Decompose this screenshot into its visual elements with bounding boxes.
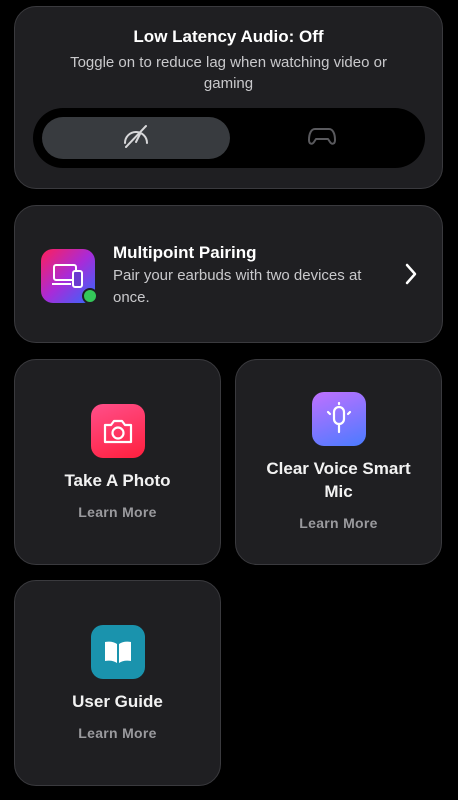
- multipoint-subtitle: Pair your earbuds with two devices at on…: [113, 267, 362, 306]
- multipoint-card[interactable]: Multipoint Pairing Pair your earbuds wit…: [14, 205, 443, 343]
- chevron-right-icon: [404, 262, 418, 291]
- user-guide-learn-more[interactable]: Learn More: [15, 725, 220, 741]
- connected-status-dot: [82, 288, 98, 304]
- user-guide-tile[interactable]: User Guide Learn More: [14, 580, 221, 786]
- take-photo-tile[interactable]: Take A Photo Learn More: [14, 359, 221, 565]
- book-icon: [90, 625, 145, 679]
- latency-off-option[interactable]: [42, 117, 230, 159]
- smart-mic-label: Clear Voice Smart Mic: [266, 459, 411, 501]
- microphone-icon: [311, 392, 366, 446]
- latency-title: Low Latency Audio: Off: [133, 27, 324, 46]
- take-photo-learn-more[interactable]: Learn More: [15, 504, 220, 520]
- smart-mic-learn-more[interactable]: Learn More: [236, 515, 441, 531]
- camera-icon: [90, 404, 145, 458]
- smart-mic-tile[interactable]: Clear Voice Smart Mic Learn More: [235, 359, 442, 565]
- latency-card: Low Latency Audio: Off Toggle on to redu…: [14, 6, 443, 189]
- multipoint-title: Multipoint Pairing: [113, 243, 257, 262]
- speedometer-off-icon: [121, 123, 151, 154]
- take-photo-label: Take A Photo: [64, 471, 171, 490]
- latency-subtitle: Toggle on to reduce lag when watching vi…: [70, 54, 387, 92]
- latency-on-option[interactable]: [228, 117, 416, 159]
- gamepad-icon: [307, 125, 337, 152]
- user-guide-label: User Guide: [72, 692, 163, 711]
- latency-toggle[interactable]: [33, 108, 425, 168]
